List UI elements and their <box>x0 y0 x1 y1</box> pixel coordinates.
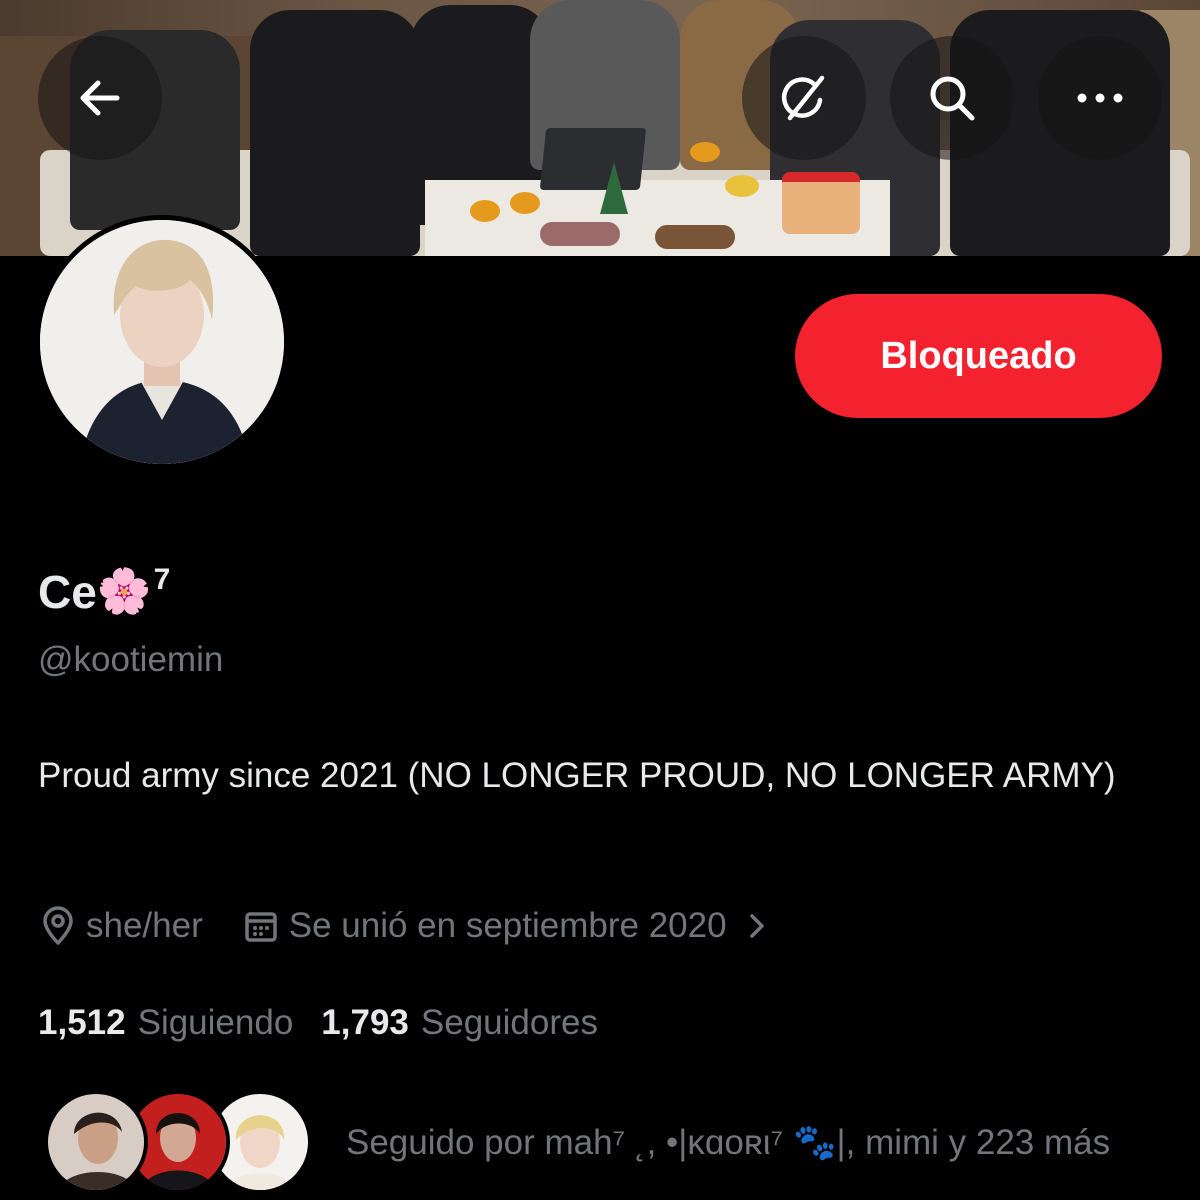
follower-avatar <box>44 1090 148 1194</box>
banner-food <box>655 225 735 249</box>
more-button[interactable] <box>1038 36 1162 160</box>
followers-label: Seguidores <box>420 1003 598 1042</box>
display-name-text: Ce <box>38 566 97 618</box>
profile-meta: she/her Se unió en septiembre 2020 <box>40 898 769 954</box>
banner-cake <box>782 172 860 234</box>
profile-bio: Proud army since 2021 (NO LONGER PROUD, … <box>38 756 1116 795</box>
back-button[interactable] <box>38 36 162 160</box>
avatar-image <box>40 220 284 464</box>
followed-by-row[interactable]: Seguido por mah⁷ ˛, •|ĸɑᴏʀι⁷ 🐾|, mimi y … <box>44 1090 1184 1194</box>
joined-date-text: Se unió en septiembre 2020 <box>288 906 727 945</box>
calendar-icon <box>245 912 277 942</box>
followers-count: 1,793 <box>321 1003 409 1042</box>
location-text: she/her <box>86 906 203 945</box>
banner-person <box>250 10 420 256</box>
blocked-button-label: Bloqueado <box>880 334 1077 377</box>
display-name: Ce 🌸 7 <box>38 560 170 630</box>
blocked-button[interactable]: Bloqueado <box>795 294 1162 418</box>
follower-avatar-image <box>48 1094 144 1190</box>
banner-mini-tree <box>600 162 628 214</box>
followers-link[interactable]: 1,793 Seguidores <box>321 1003 598 1043</box>
banner-laptop <box>539 128 647 190</box>
chevron-right-icon <box>749 914 764 938</box>
banner-fruit <box>510 192 540 214</box>
location-item: she/her <box>40 906 203 946</box>
joined-date-item[interactable]: Se unió en septiembre 2020 <box>243 906 769 946</box>
display-name-superscript: 7 <box>153 563 171 596</box>
banner-fruit <box>725 175 759 197</box>
banner-fruit <box>690 142 720 162</box>
profile-avatar[interactable] <box>35 215 289 469</box>
grok-icon <box>781 75 825 121</box>
followed-by-text: Seguido por mah⁷ ˛, •|ĸɑᴏʀι⁷ 🐾|, mimi y … <box>346 1122 1111 1162</box>
arrow-left-icon <box>80 80 120 116</box>
search-icon <box>930 76 975 121</box>
location-pin-icon <box>43 906 73 945</box>
grok-button[interactable] <box>742 36 866 160</box>
more-horizontal-icon <box>1077 93 1123 103</box>
profile-handle: @kootiemin <box>38 640 224 679</box>
profile-stats: 1,512 Siguiendo 1,793 Seguidores <box>38 998 598 1048</box>
search-button[interactable] <box>890 36 1014 160</box>
cherry-blossom-emoji: 🌸 <box>96 567 152 616</box>
banner-fruit <box>470 200 500 222</box>
following-label: Siguiendo <box>137 1003 294 1042</box>
following-count: 1,512 <box>38 1003 126 1042</box>
following-link[interactable]: 1,512 Siguiendo <box>38 1003 293 1043</box>
banner-food <box>540 222 620 246</box>
